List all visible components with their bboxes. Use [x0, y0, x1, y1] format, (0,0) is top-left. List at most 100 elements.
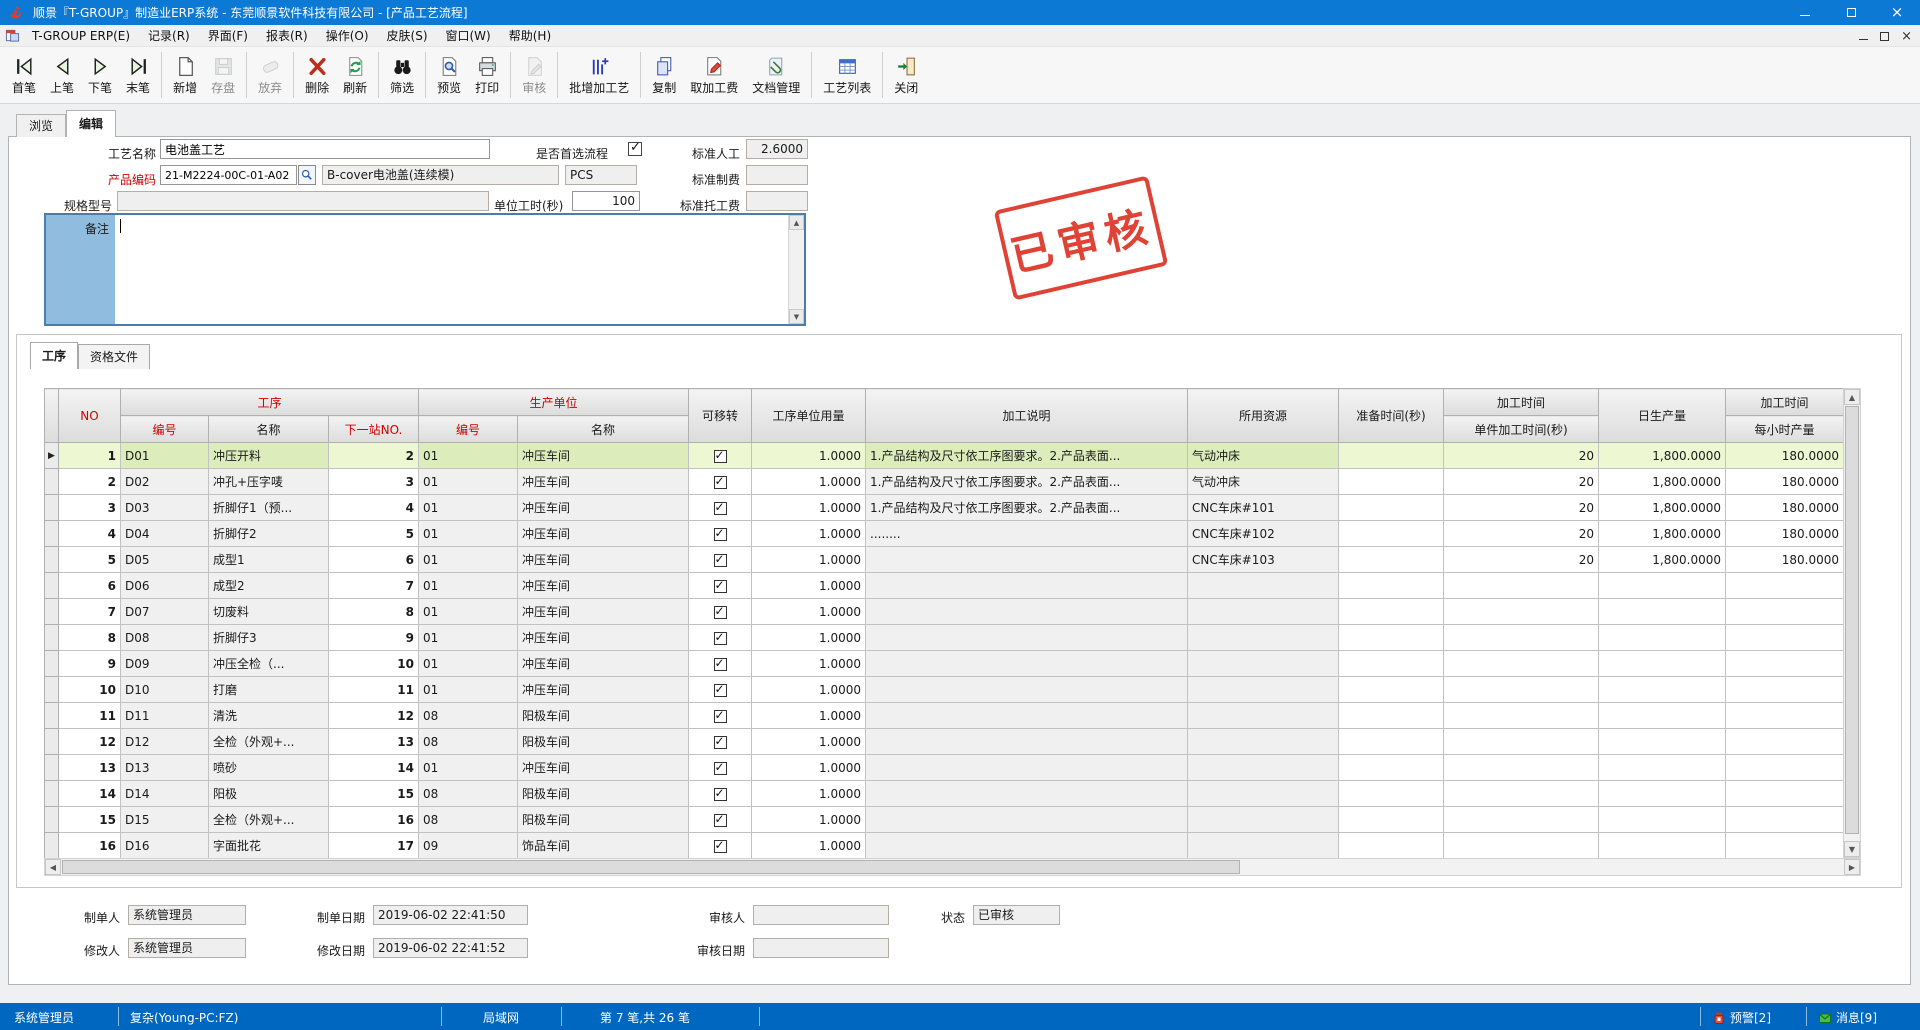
cell-no[interactable]: 2	[59, 469, 121, 495]
cell-movable[interactable]	[689, 521, 752, 547]
cell-name[interactable]: 成型2	[209, 573, 329, 599]
toolbar-new-button[interactable]: 新增	[166, 49, 204, 101]
cell-unit-name[interactable]: 阳极车间	[518, 807, 689, 833]
cell-selector[interactable]	[45, 625, 59, 651]
horizontal-scroll-thumb[interactable]	[62, 860, 1240, 874]
toolbar-process-list-button[interactable]: 工艺列表	[816, 49, 878, 101]
cell-daily-output[interactable]: 1,800.0000	[1599, 521, 1726, 547]
cell-unit-name[interactable]: 饰品车间	[518, 833, 689, 859]
cell-hourly-output[interactable]: 180.0000	[1726, 547, 1844, 573]
cell-instructions[interactable]	[866, 625, 1188, 651]
cell-instructions[interactable]	[866, 833, 1188, 859]
cell-resource[interactable]: 气动冲床	[1188, 443, 1339, 469]
cell-next-no[interactable]: 17	[329, 833, 419, 859]
cell-usage[interactable]: 1.0000	[752, 573, 866, 599]
cell-code[interactable]: D03	[121, 495, 209, 521]
cell-instructions[interactable]	[866, 807, 1188, 833]
cell-next-no[interactable]: 6	[329, 547, 419, 573]
movable-checkbox[interactable]	[714, 450, 727, 463]
cell-next-no[interactable]: 12	[329, 703, 419, 729]
window-maximize-button[interactable]	[1828, 0, 1874, 25]
cell-code[interactable]: D11	[121, 703, 209, 729]
table-row[interactable]: 3D03折脚仔1（预...401冲压车间1.00001.产品结构及尺寸依工序图要…	[45, 495, 1844, 521]
cell-prep-time[interactable]	[1339, 469, 1444, 495]
cell-next-no[interactable]: 11	[329, 677, 419, 703]
cell-prep-time[interactable]	[1339, 495, 1444, 521]
cell-prep-time[interactable]	[1339, 729, 1444, 755]
column-header-hourly-output[interactable]: 每小时产量	[1726, 416, 1844, 443]
cell-usage[interactable]: 1.0000	[752, 547, 866, 573]
scroll-down-icon[interactable]: ▼	[789, 309, 804, 324]
movable-checkbox[interactable]	[714, 606, 727, 619]
cell-usage[interactable]: 1.0000	[752, 599, 866, 625]
cell-code[interactable]: D04	[121, 521, 209, 547]
cell-next-no[interactable]: 8	[329, 599, 419, 625]
cell-next-no[interactable]: 9	[329, 625, 419, 651]
cell-daily-output[interactable]: 1,800.0000	[1599, 469, 1726, 495]
cell-unit-name[interactable]: 冲压车间	[518, 573, 689, 599]
cell-code[interactable]: D10	[121, 677, 209, 703]
cell-code[interactable]: D06	[121, 573, 209, 599]
cell-no[interactable]: 14	[59, 781, 121, 807]
cell-selector[interactable]	[45, 599, 59, 625]
grid-horizontal-scrollbar[interactable]: ◀ ▶	[44, 858, 1861, 876]
toolbar-refresh-button[interactable]: 刷新	[336, 49, 374, 101]
cell-name[interactable]: 折脚仔1（预...	[209, 495, 329, 521]
cell-instructions[interactable]: ........	[866, 521, 1188, 547]
cell-resource[interactable]	[1188, 677, 1339, 703]
cell-instructions[interactable]: 1.产品结构及尺寸依工序图要求。2.产品表面...	[866, 443, 1188, 469]
cell-selector[interactable]	[45, 495, 59, 521]
movable-checkbox[interactable]	[714, 658, 727, 671]
cell-hourly-output[interactable]: 180.0000	[1726, 495, 1844, 521]
movable-checkbox[interactable]	[714, 580, 727, 593]
cell-daily-output[interactable]: 1,800.0000	[1599, 495, 1726, 521]
cell-daily-output[interactable]	[1599, 807, 1726, 833]
cell-name[interactable]: 冲孔+压字唛	[209, 469, 329, 495]
grid-vertical-scrollbar[interactable]: ▲ ▼	[1843, 388, 1861, 858]
cell-next-no[interactable]: 14	[329, 755, 419, 781]
cell-unit-code[interactable]: 01	[419, 755, 518, 781]
cell-unit-time[interactable]: 20	[1444, 469, 1599, 495]
cell-movable[interactable]	[689, 729, 752, 755]
cell-name[interactable]: 全检（外观+...	[209, 729, 329, 755]
cell-next-no[interactable]: 16	[329, 807, 419, 833]
menu-record[interactable]: 记录(R)	[139, 25, 199, 47]
mdi-restore-icon[interactable]	[1880, 32, 1889, 41]
table-row[interactable]: 12D12全检（外观+...1308阳极车间1.0000	[45, 729, 1844, 755]
menu-operation[interactable]: 操作(O)	[317, 25, 378, 47]
table-row[interactable]: 9D09冲压全检（...1001冲压车间1.0000	[45, 651, 1844, 677]
cell-resource[interactable]: CNC车床#101	[1188, 495, 1339, 521]
toolbar-prev-record-button[interactable]: 上笔	[43, 49, 81, 101]
cell-instructions[interactable]	[866, 755, 1188, 781]
cell-no[interactable]: 11	[59, 703, 121, 729]
toolbar-filter-button[interactable]: 筛选	[383, 49, 421, 101]
column-header-resource[interactable]: 所用资源	[1188, 389, 1339, 443]
cell-unit-code[interactable]: 01	[419, 521, 518, 547]
cell-unit-code[interactable]: 01	[419, 625, 518, 651]
scroll-left-icon[interactable]: ◀	[45, 859, 61, 875]
cell-unit-name[interactable]: 阳极车间	[518, 703, 689, 729]
movable-checkbox[interactable]	[714, 736, 727, 749]
toolbar-print-button[interactable]: 打印	[468, 49, 506, 101]
cell-prep-time[interactable]	[1339, 625, 1444, 651]
cell-usage[interactable]: 1.0000	[752, 625, 866, 651]
cell-name[interactable]: 阳极	[209, 781, 329, 807]
cell-name[interactable]: 折脚仔2	[209, 521, 329, 547]
cell-name[interactable]: 打磨	[209, 677, 329, 703]
movable-checkbox[interactable]	[714, 502, 727, 515]
cell-unit-time[interactable]	[1444, 677, 1599, 703]
cell-movable[interactable]	[689, 807, 752, 833]
movable-checkbox[interactable]	[714, 788, 727, 801]
cell-unit-time[interactable]	[1444, 833, 1599, 859]
cell-instructions[interactable]	[866, 677, 1188, 703]
cell-instructions[interactable]	[866, 599, 1188, 625]
cell-selector[interactable]	[45, 833, 59, 859]
cell-resource[interactable]: CNC车床#102	[1188, 521, 1339, 547]
cell-prep-time[interactable]	[1339, 703, 1444, 729]
table-row[interactable]: 15D15全检（外观+...1608阳极车间1.0000	[45, 807, 1844, 833]
cell-no[interactable]: 10	[59, 677, 121, 703]
cell-instructions[interactable]	[866, 703, 1188, 729]
cell-unit-code[interactable]: 01	[419, 573, 518, 599]
cell-no[interactable]: 3	[59, 495, 121, 521]
cell-unit-code[interactable]: 08	[419, 703, 518, 729]
